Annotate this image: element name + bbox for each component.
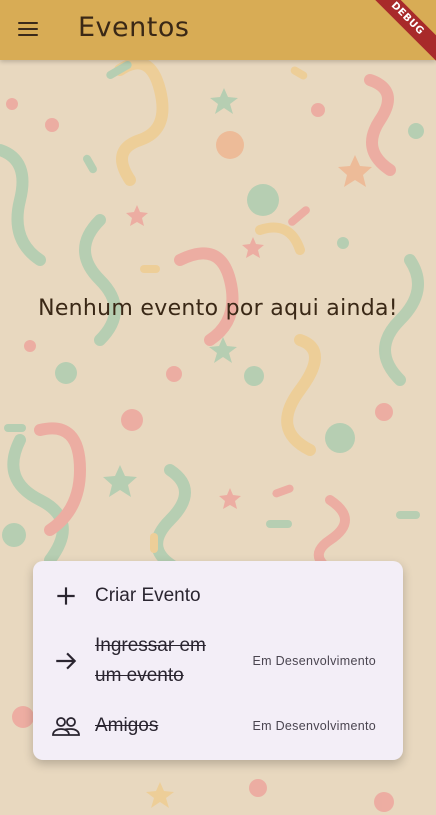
- menu-item-label: Criar Evento: [95, 585, 201, 606]
- menu-item-label: Amigos: [95, 715, 159, 736]
- menu-item-label-line1: Ingressar em: [95, 635, 206, 656]
- app-bar: Eventos: [0, 0, 436, 60]
- menu-item-label-line2: um evento: [95, 665, 184, 686]
- people-icon: [52, 717, 80, 736]
- menu-item-join-event[interactable]: Ingressar em um evento Em Desenvolviment…: [33, 629, 403, 693]
- menu-item-create-event[interactable]: Criar Evento: [33, 579, 403, 613]
- menu-item-friends[interactable]: Amigos Em Desenvolvimento: [33, 709, 403, 743]
- status-badge: Em Desenvolvimento: [252, 654, 376, 668]
- page-title: Eventos: [78, 12, 190, 43]
- action-menu: Criar Evento Ingressar em um evento Em D…: [33, 561, 403, 760]
- menu-icon[interactable]: [14, 16, 44, 44]
- plus-icon: [57, 587, 75, 605]
- arrow-right-icon: [56, 652, 77, 670]
- status-badge: Em Desenvolvimento: [252, 719, 376, 733]
- empty-state-message: Nenhum evento por aqui ainda!: [38, 296, 398, 321]
